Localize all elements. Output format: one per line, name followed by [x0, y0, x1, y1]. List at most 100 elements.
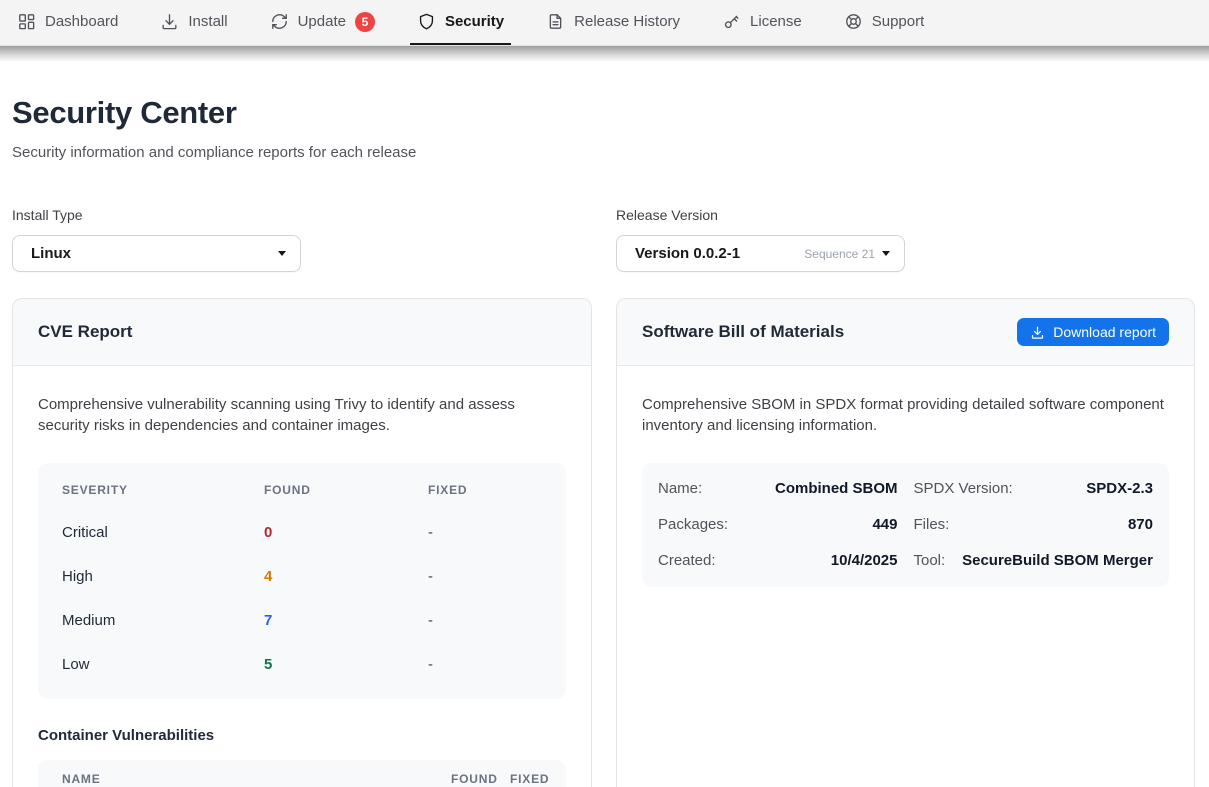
install-type-label: Install Type — [12, 207, 592, 223]
sbom-info-label: Files: — [914, 516, 950, 533]
sbom-info-pair: Created: 10/4/2025 — [658, 552, 898, 569]
release-version-label: Release Version — [616, 207, 1195, 223]
severity-label: Low — [62, 656, 264, 673]
page-title: Security Center — [12, 95, 1197, 131]
tab-label: Update — [298, 13, 346, 30]
sbom-info-label: Packages: — [658, 516, 728, 533]
download-icon — [1030, 325, 1045, 340]
tab-label: Install — [188, 13, 227, 30]
release-version-value: Version 0.0.2-1 — [635, 245, 804, 262]
sbom-info-grid: Name: Combined SBOM SPDX Version: SPDX-2… — [642, 463, 1169, 587]
release-version-select[interactable]: Version 0.0.2-1 Sequence 21 — [616, 235, 905, 272]
tab-label: Release History — [574, 13, 680, 30]
name-column-header: NAME — [62, 772, 439, 786]
severity-found-count: 0 — [264, 524, 428, 541]
tab-dashboard[interactable]: Dashboard — [10, 0, 125, 45]
table-row: Medium 7 - — [38, 599, 566, 643]
severity-column-header: SEVERITY — [62, 483, 264, 497]
sbom-info-pair: SPDX Version: SPDX-2.3 — [914, 480, 1154, 497]
sbom-info-value: 449 — [872, 516, 897, 533]
install-type-select[interactable]: Linux — [12, 235, 301, 272]
tab-update[interactable]: Update 5 — [263, 0, 382, 45]
release-sequence-label: Sequence 21 — [804, 247, 875, 261]
cards-row: CVE Report Comprehensive vulnerability s… — [12, 298, 1197, 787]
table-row: High 4 - — [38, 555, 566, 599]
sbom-info-label: Tool: — [914, 552, 946, 569]
update-count-badge: 5 — [355, 12, 375, 32]
sbom-info-value: 870 — [1128, 516, 1153, 533]
page-subtitle: Security information and compliance repo… — [12, 144, 1197, 161]
sbom-title: Software Bill of Materials — [642, 322, 844, 342]
sbom-header: Software Bill of Materials Download repo… — [617, 299, 1194, 366]
sbom-info-label: Name: — [658, 480, 702, 497]
severity-fixed-count: - — [428, 656, 542, 673]
table-row: Low 5 - — [38, 643, 566, 687]
tab-security[interactable]: Security — [410, 0, 511, 45]
table-row: Created: 10/4/2025 Tool: SecureBuild SBO… — [658, 543, 1153, 579]
severity-table-header: SEVERITY FOUND FIXED — [38, 469, 566, 511]
cve-report-card: CVE Report Comprehensive vulnerability s… — [12, 298, 592, 787]
tab-label: License — [750, 13, 802, 30]
refresh-icon — [270, 12, 289, 31]
fixed-column-header: FIXED — [428, 483, 542, 497]
download-report-button[interactable]: Download report — [1017, 318, 1169, 346]
main-content: Security Center Security information and… — [0, 62, 1209, 787]
found-column-header: FOUND — [451, 772, 498, 786]
sbom-info-label: Created: — [658, 552, 716, 569]
header-shadow-divider — [0, 46, 1209, 62]
tab-label: Support — [872, 13, 925, 30]
sbom-info-value: 10/4/2025 — [831, 552, 898, 569]
install-type-value: Linux — [31, 245, 278, 262]
severity-found-count: 7 — [264, 612, 428, 629]
tab-release-history[interactable]: Release History — [539, 0, 687, 45]
sbom-info-value: SecureBuild SBOM Merger — [962, 552, 1153, 569]
table-row: Name: Combined SBOM SPDX Version: SPDX-2… — [658, 471, 1153, 507]
document-icon — [546, 12, 565, 31]
sbom-info-pair: Name: Combined SBOM — [658, 480, 898, 497]
table-row: Packages: 449 Files: 870 — [658, 507, 1153, 543]
container-vulnerabilities-header: NAME FOUND FIXED — [38, 760, 566, 787]
tab-label: Dashboard — [45, 13, 118, 30]
lifebuoy-icon — [844, 12, 863, 31]
sbom-info-value: SPDX-2.3 — [1086, 480, 1153, 497]
sbom-info-value: Combined SBOM — [775, 480, 898, 497]
download-report-label: Download report — [1053, 324, 1156, 340]
severity-found-count: 5 — [264, 656, 428, 673]
severity-table: SEVERITY FOUND FIXED Critical 0 - High 4… — [38, 463, 566, 699]
severity-fixed-count: - — [428, 612, 542, 629]
install-type-filter: Install Type Linux — [12, 207, 592, 272]
severity-label: High — [62, 568, 264, 585]
chevron-down-icon — [278, 251, 286, 256]
tab-license[interactable]: License — [715, 0, 809, 45]
fixed-column-header: FIXED — [510, 772, 552, 786]
dashboard-icon — [17, 12, 36, 31]
tab-install[interactable]: Install — [153, 0, 234, 45]
sbom-info-pair: Tool: SecureBuild SBOM Merger — [914, 552, 1154, 569]
severity-found-count: 4 — [264, 568, 428, 585]
sbom-info-pair: Files: 870 — [914, 516, 1154, 533]
found-column-header: FOUND — [264, 483, 428, 497]
chevron-down-icon — [882, 251, 890, 256]
cve-report-header: CVE Report — [13, 299, 591, 366]
severity-fixed-count: - — [428, 524, 542, 541]
key-icon — [722, 12, 741, 31]
sbom-body: Comprehensive SBOM in SPDX format provid… — [617, 366, 1194, 611]
severity-label: Medium — [62, 612, 264, 629]
tab-label: Security — [445, 13, 504, 30]
cve-report-body: Comprehensive vulnerability scanning usi… — [13, 366, 591, 787]
release-version-filter: Release Version Version 0.0.2-1 Sequence… — [616, 207, 1195, 272]
table-row: Critical 0 - — [38, 511, 566, 555]
severity-fixed-count: - — [428, 568, 542, 585]
container-vulnerabilities-title: Container Vulnerabilities — [38, 727, 566, 744]
sbom-card: Software Bill of Materials Download repo… — [616, 298, 1195, 787]
tab-support[interactable]: Support — [837, 0, 932, 45]
filters-row: Install Type Linux Release Version Versi… — [12, 207, 1197, 272]
shield-icon — [417, 12, 436, 31]
download-icon — [160, 12, 179, 31]
severity-label: Critical — [62, 524, 264, 541]
cve-report-description: Comprehensive vulnerability scanning usi… — [38, 394, 566, 437]
cve-report-title: CVE Report — [38, 322, 132, 342]
sbom-description: Comprehensive SBOM in SPDX format provid… — [642, 394, 1169, 437]
top-navigation: Dashboard Install Update 5 Security Rele… — [0, 0, 1209, 46]
sbom-info-pair: Packages: 449 — [658, 516, 898, 533]
